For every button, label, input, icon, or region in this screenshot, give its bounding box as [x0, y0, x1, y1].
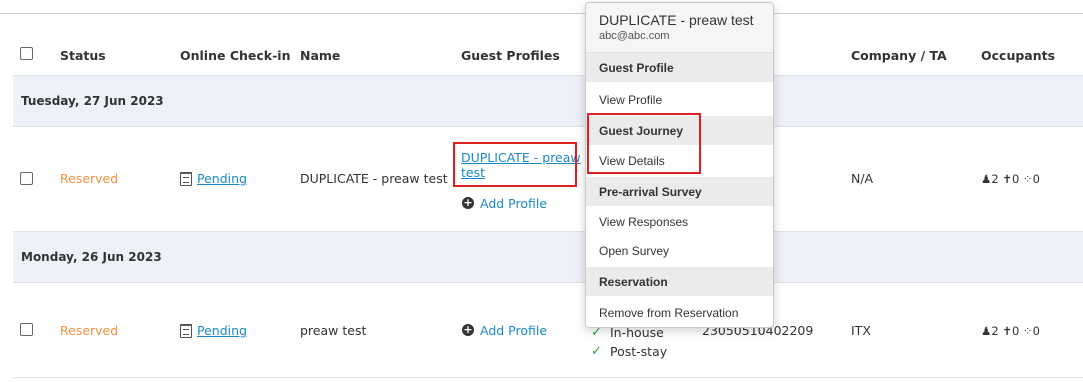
top-divider [0, 13, 1083, 14]
header-guest-profiles[interactable]: Guest Profiles [461, 48, 560, 63]
section-pre-arrival-survey: Pre-arrival Survey [586, 177, 773, 206]
date-label: Tuesday, 27 Jun 2023 [21, 94, 164, 108]
infant-icon: ⁘ [1022, 172, 1033, 186]
adult-count: 2 [991, 324, 999, 338]
header-company[interactable]: Company / TA [851, 48, 947, 63]
stage-poststay: Post-stay [610, 344, 668, 359]
date-group-header: Monday, 26 Jun 2023 [13, 231, 1083, 283]
plus-circle-icon[interactable]: + [462, 197, 474, 209]
infant-count: 0 [1032, 324, 1040, 338]
calendar-icon [180, 172, 192, 186]
header-name[interactable]: Name [300, 48, 340, 63]
date-group-header: Tuesday, 27 Jun 2023 [13, 75, 1083, 127]
header-status[interactable]: Status [60, 48, 106, 63]
occupants-counts: ♟2 ✝0 ⁘0 [981, 324, 1040, 338]
child-count: 0 [1011, 324, 1020, 338]
section-guest-profile: Guest Profile [586, 53, 773, 82]
add-profile-button[interactable]: Add Profile [480, 323, 547, 338]
adult-count: 2 [991, 172, 999, 186]
select-all-checkbox[interactable] [20, 47, 33, 60]
section-heading: Reservation [599, 275, 668, 289]
occupants-counts: ♟2 ✝0 ⁘0 [981, 172, 1040, 186]
guest-name: preaw test [300, 323, 367, 338]
row-checkbox[interactable] [20, 172, 33, 185]
plus-circle-icon[interactable]: + [462, 324, 474, 336]
adult-icon: ♟ [981, 324, 992, 338]
checkin-pending-link[interactable]: Pending [197, 171, 247, 186]
calendar-icon [180, 324, 192, 338]
header-online-checkin[interactable]: Online Check-in [180, 48, 290, 63]
header-occupants[interactable]: Occupants [981, 48, 1055, 63]
infant-count: 0 [1032, 172, 1040, 186]
child-icon: ✝ [1002, 324, 1012, 338]
popover-title: DUPLICATE - preaw test [599, 12, 754, 28]
child-icon: ✝ [1002, 172, 1012, 186]
status-label: Reserved [60, 323, 119, 338]
adult-icon: ♟ [981, 172, 992, 186]
menu-item-remove-from-reservation[interactable]: Remove from Reservation [599, 306, 738, 320]
date-label: Monday, 26 Jun 2023 [21, 250, 162, 264]
company-value: N/A [851, 171, 874, 186]
menu-item-view-profile[interactable]: View Profile [599, 93, 662, 107]
guest-name: DUPLICATE - preaw test [300, 171, 448, 186]
company-value: ITX [851, 323, 871, 338]
highlight-box-journey [587, 113, 701, 174]
popover-email: abc@abc.com [599, 30, 670, 42]
checkin-pending-link[interactable]: Pending [197, 323, 247, 338]
status-label: Reserved [60, 171, 119, 186]
check-icon: ✓ [591, 344, 602, 359]
add-profile-button[interactable]: Add Profile [480, 196, 547, 211]
popover-header: DUPLICATE - preaw test abc@abc.com [586, 3, 773, 53]
menu-item-view-responses[interactable]: View Responses [599, 215, 688, 229]
row-checkbox[interactable] [20, 323, 33, 336]
child-count: 0 [1011, 172, 1020, 186]
section-heading: Guest Profile [599, 61, 674, 75]
infant-icon: ⁘ [1022, 324, 1033, 338]
menu-item-open-survey[interactable]: Open Survey [599, 244, 669, 258]
highlight-box-profile [453, 142, 577, 187]
section-heading: Pre-arrival Survey [599, 185, 702, 199]
row-divider [13, 377, 1083, 378]
section-reservation: Reservation [586, 267, 773, 296]
